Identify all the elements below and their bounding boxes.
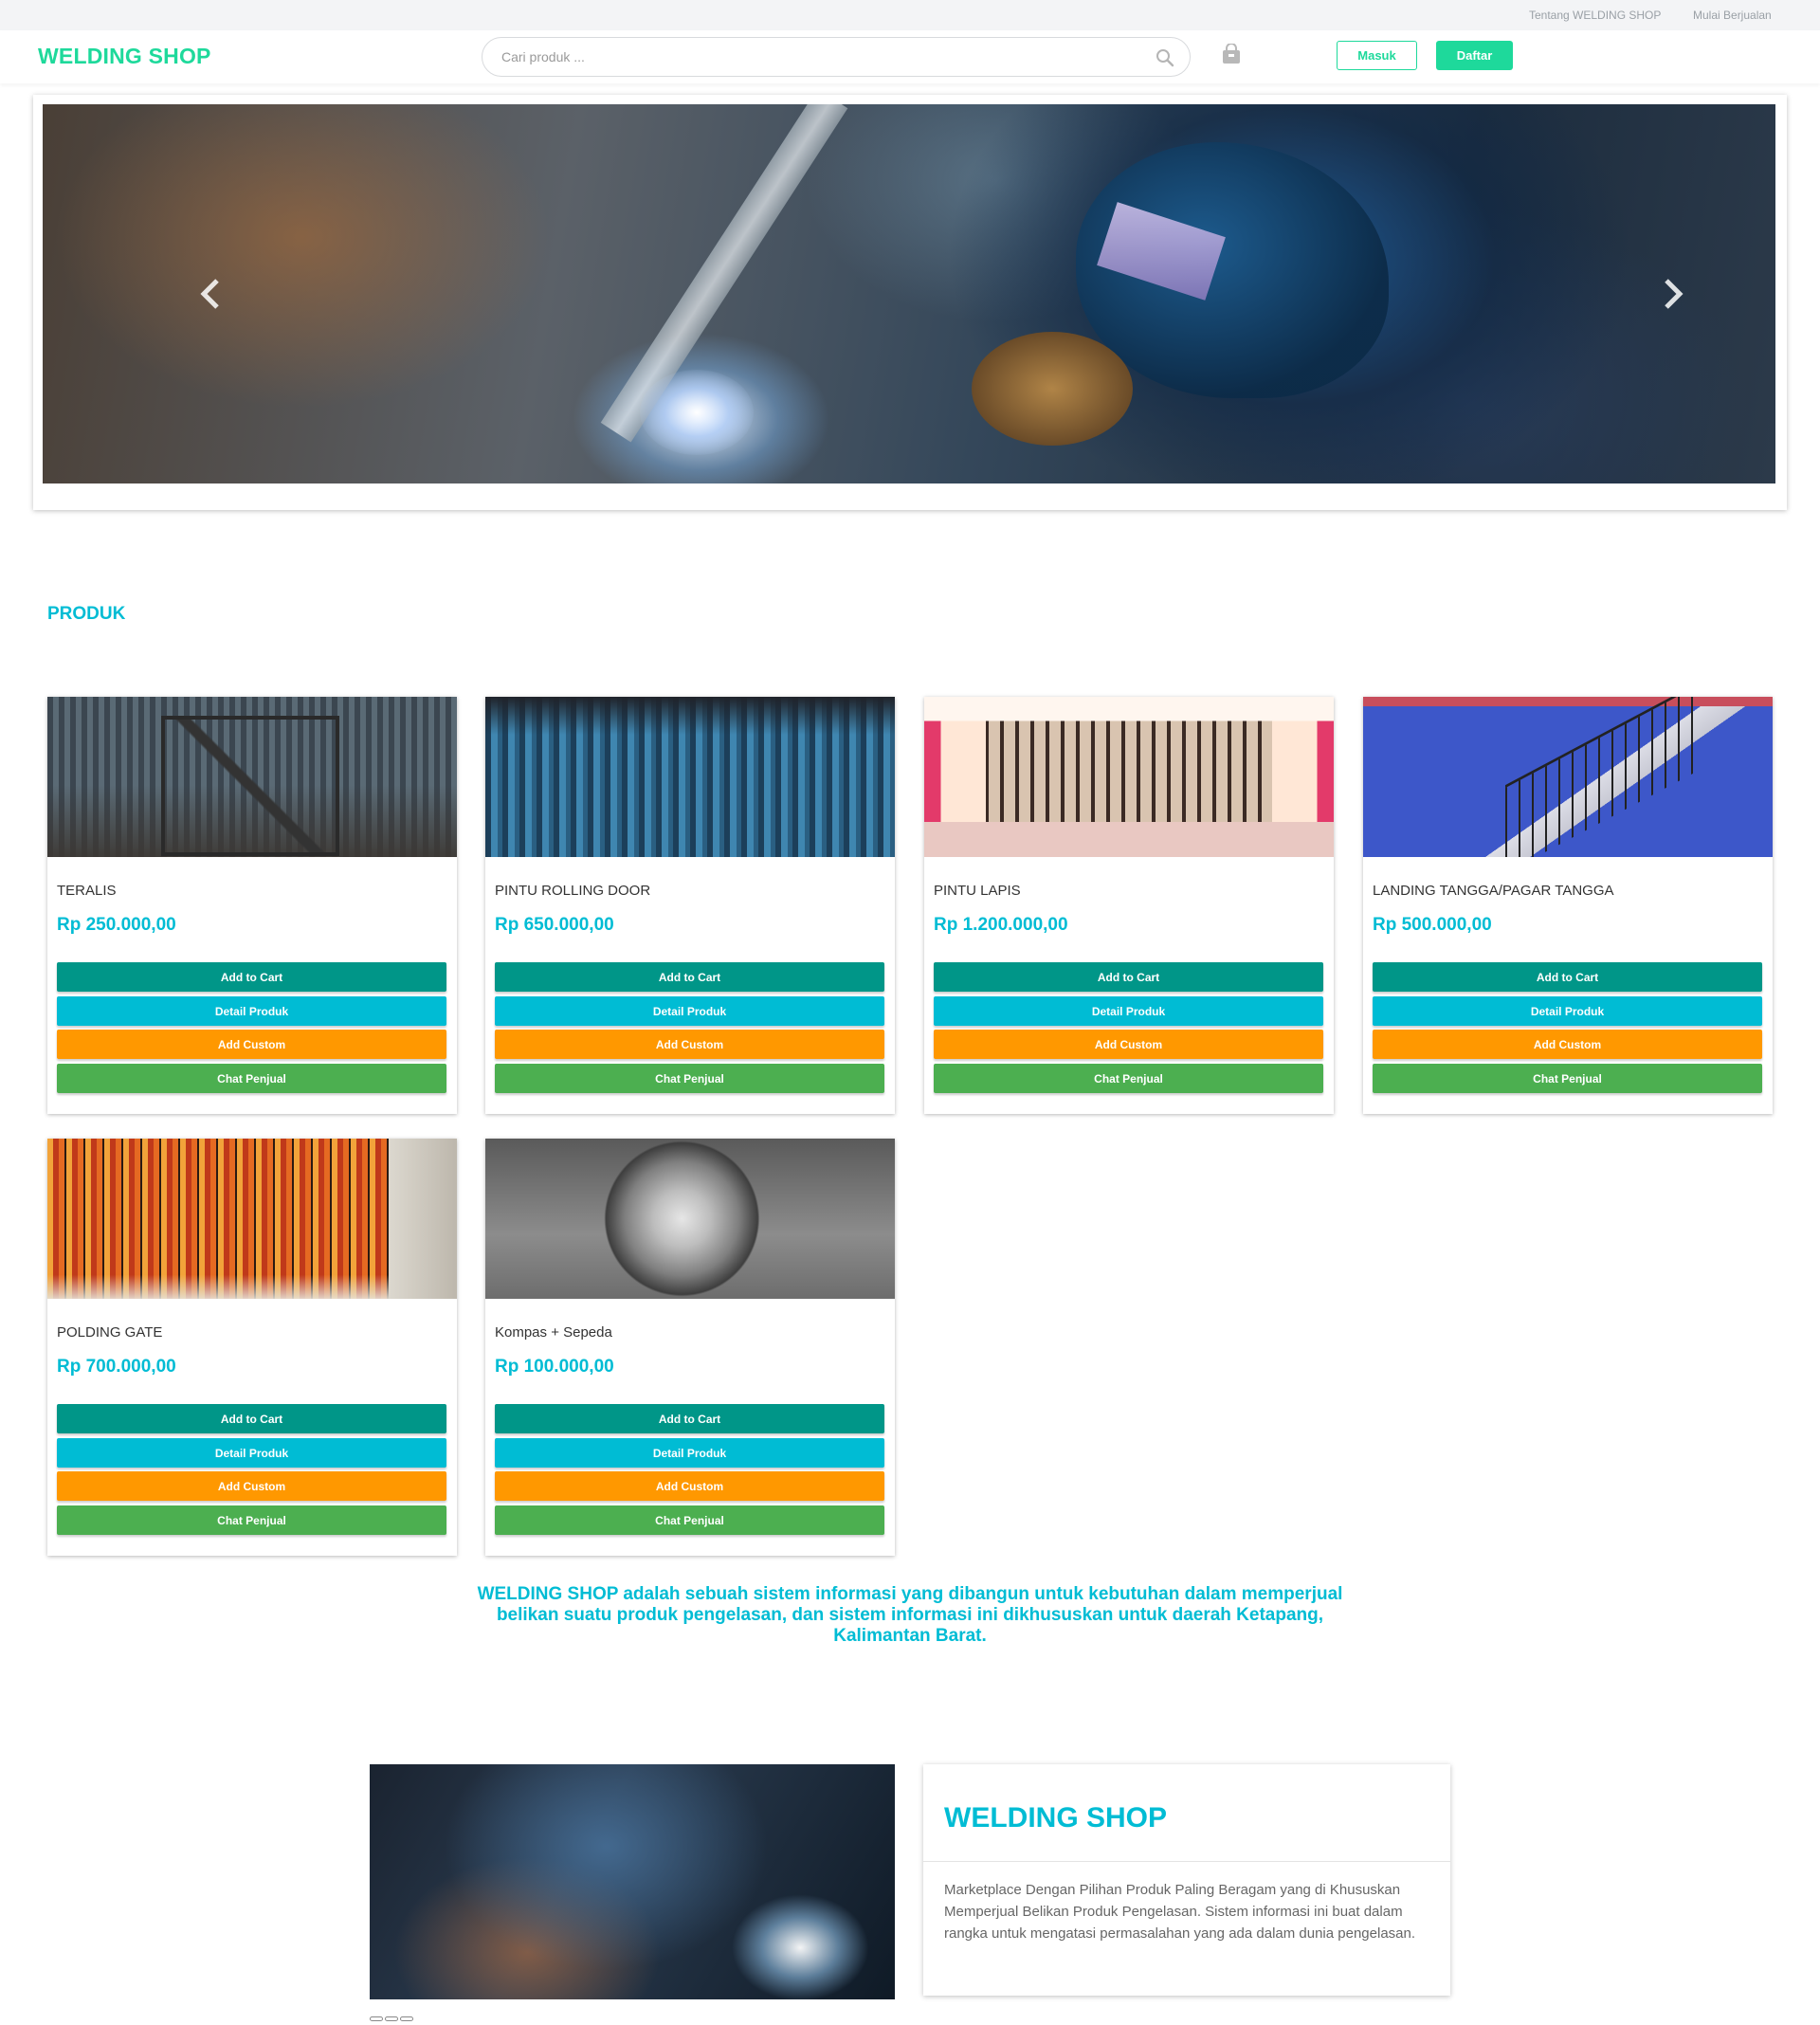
product-price: Rp 700.000,00 — [57, 1357, 176, 1377]
add-to-cart-button[interactable]: Add to Cart — [495, 962, 884, 992]
add-custom-button[interactable]: Add Custom — [1373, 1030, 1762, 1059]
add-custom-button[interactable]: Add Custom — [57, 1471, 446, 1501]
product-image[interactable] — [485, 697, 895, 857]
product-detail-button[interactable]: Detail Produk — [495, 996, 884, 1026]
product-card: Kompas + Sepeda Rp 100.000,00 Add to Car… — [485, 1139, 895, 1556]
info-description: Marketplace Dengan Pilihan Produk Paling… — [944, 1882, 1416, 1942]
header: WELDING SHOP Masuk Daftar — [0, 30, 1820, 83]
welder-image — [370, 1764, 895, 1999]
product-price: Rp 1.200.000,00 — [934, 915, 1068, 935]
carousel-indicators — [370, 2009, 427, 2021]
chat-seller-button[interactable]: Chat Penjual — [57, 1505, 446, 1535]
product-card: PINTU ROLLING DOOR Rp 650.000,00 Add to … — [485, 697, 895, 1114]
product-name: PINTU ROLLING DOOR — [495, 883, 651, 899]
info-title: WELDING SHOP — [944, 1802, 1168, 1833]
product-detail-button[interactable]: Detail Produk — [57, 996, 446, 1026]
product-price: Rp 250.000,00 — [57, 915, 176, 935]
chat-seller-button[interactable]: Chat Penjual — [495, 1505, 884, 1535]
shopping-bag-icon[interactable] — [1221, 44, 1242, 64]
add-to-cart-button[interactable]: Add to Cart — [934, 962, 1323, 992]
add-custom-button[interactable]: Add Custom — [57, 1030, 446, 1059]
product-name: POLDING GATE — [57, 1324, 163, 1341]
top-strip: Tentang WELDING SHOP Mulai Berjualan — [0, 0, 1820, 30]
product-price: Rp 650.000,00 — [495, 915, 614, 935]
section-title: PRODUK — [47, 604, 126, 624]
product-name: TERALIS — [57, 883, 117, 899]
add-to-cart-button[interactable]: Add to Cart — [57, 962, 446, 992]
chat-seller-button[interactable]: Chat Penjual — [495, 1064, 884, 1093]
info-card: WELDING SHOP Marketplace Dengan Pilihan … — [923, 1764, 1450, 1996]
product-price: Rp 500.000,00 — [1373, 915, 1492, 935]
hero-carousel — [33, 95, 1787, 510]
product-card: LANDING TANGGA/PAGAR TANGGA Rp 500.000,0… — [1363, 697, 1773, 1114]
product-name: Kompas + Sepeda — [495, 1324, 612, 1341]
product-card: PINTU LAPIS Rp 1.200.000,00 Add to Cart … — [924, 697, 1334, 1114]
product-detail-button[interactable]: Detail Produk — [934, 996, 1323, 1026]
add-to-cart-button[interactable]: Add to Cart — [495, 1404, 884, 1433]
product-image[interactable] — [47, 1139, 457, 1299]
chat-seller-button[interactable]: Chat Penjual — [1373, 1064, 1762, 1093]
search-box — [482, 37, 1191, 77]
add-custom-button[interactable]: Add Custom — [495, 1471, 884, 1501]
product-image[interactable] — [485, 1139, 895, 1299]
add-custom-button[interactable]: Add Custom — [934, 1030, 1323, 1059]
about-text: WELDING SHOP adalah sebuah sistem inform… — [477, 1584, 1343, 1646]
indicator-dot[interactable] — [400, 2016, 413, 2021]
add-custom-button[interactable]: Add Custom — [495, 1030, 884, 1059]
product-name: PINTU LAPIS — [934, 883, 1021, 899]
product-image[interactable] — [1363, 697, 1773, 857]
product-detail-button[interactable]: Detail Produk — [1373, 996, 1762, 1026]
search-icon[interactable] — [1156, 48, 1174, 67]
product-image[interactable] — [924, 697, 1334, 857]
add-to-cart-button[interactable]: Add to Cart — [1373, 962, 1762, 992]
logo[interactable]: WELDING SHOP — [38, 44, 211, 69]
chat-seller-button[interactable]: Chat Penjual — [934, 1064, 1323, 1093]
chevron-left-icon[interactable] — [198, 275, 223, 313]
start-selling-link[interactable]: Mulai Berjualan — [1693, 9, 1772, 22]
product-detail-button[interactable]: Detail Produk — [495, 1438, 884, 1468]
product-price: Rp 100.000,00 — [495, 1357, 614, 1377]
product-card: POLDING GATE Rp 700.000,00 Add to Cart D… — [47, 1139, 457, 1556]
about-link[interactable]: Tentang WELDING SHOP — [1529, 9, 1661, 22]
indicator-dot[interactable] — [385, 2016, 398, 2021]
add-to-cart-button[interactable]: Add to Cart — [57, 1404, 446, 1433]
product-name: LANDING TANGGA/PAGAR TANGGA — [1373, 883, 1614, 899]
hero-welding-image — [43, 104, 1775, 483]
chat-seller-button[interactable]: Chat Penjual — [57, 1064, 446, 1093]
product-detail-button[interactable]: Detail Produk — [57, 1438, 446, 1468]
indicator-dot[interactable] — [370, 2016, 383, 2021]
register-button[interactable]: Daftar — [1436, 41, 1513, 70]
product-card: TERALIS Rp 250.000,00 Add to Cart Detail… — [47, 697, 457, 1114]
chevron-right-icon[interactable] — [1661, 275, 1685, 313]
search-input[interactable] — [501, 38, 1118, 76]
login-button[interactable]: Masuk — [1337, 41, 1417, 70]
divider — [923, 1861, 1450, 1862]
product-image[interactable] — [47, 697, 457, 857]
